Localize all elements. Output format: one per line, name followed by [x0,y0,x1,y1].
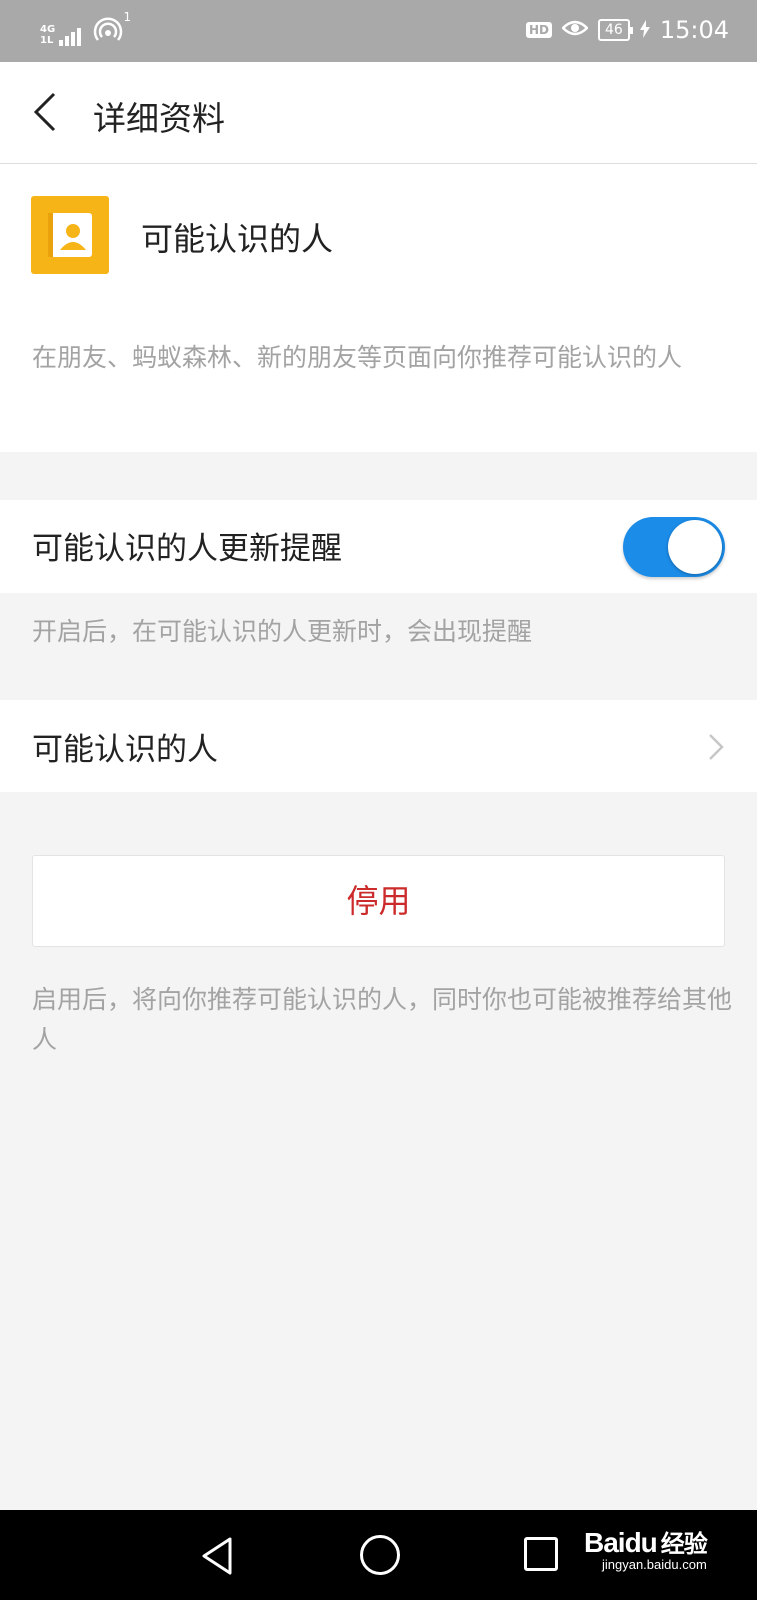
update-reminder-label: 可能认识的人更新提醒 [32,531,342,567]
watermark-logo: Baidu 经验 [584,1524,708,1559]
update-reminder-row: 可能认识的人更新提醒 [0,500,757,593]
hd-badge: HD [525,22,552,38]
network-label: 4G [40,24,56,35]
disable-hint: 启用后，将向你推荐可能认识的人，同时你也可能被推荐给其他人 [32,985,733,1054]
profile-card: 可能认识的人 在朋友、蚂蚁森林、新的朋友等页面向你推荐可能认识的人 [0,164,757,452]
disable-button[interactable]: 停用 [32,855,725,947]
nav-back-button[interactable] [198,1535,238,1577]
people-link-label: 可能认识的人 [32,732,218,768]
back-button[interactable] [26,90,70,134]
network-sub: 1L [40,35,54,46]
system-navigation-bar: Baidu 经验 jingyan.baidu.com [0,1510,757,1600]
update-reminder-toggle[interactable] [623,517,725,577]
back-arrow-icon [33,92,56,132]
toggle-knob [668,520,722,574]
hotspot-count: 1 [123,10,132,24]
watermark-url: jingyan.baidu.com [601,1557,707,1572]
watermark-suffix: 经验 [660,1531,708,1558]
signal-icon [59,28,82,46]
watermark-logo-text: Baidu [584,1527,658,1558]
network-type: 4G 1L [40,24,55,46]
charging-icon [639,16,650,44]
triangle-back-icon [202,1537,232,1575]
people-you-may-know-item[interactable]: 可能认识的人 [0,700,757,792]
eye-icon [561,16,589,44]
status-left: 4G 1L 1 [40,10,131,46]
header: 详细资料 [0,62,757,164]
clock: 15:04 [659,16,729,44]
battery-icon: 46 [598,19,633,41]
page-title: 详细资料 [93,99,225,138]
nav-recents-button[interactable] [524,1537,558,1571]
baidu-watermark: Baidu 经验 jingyan.baidu.com [584,1524,708,1572]
profile-description: 在朋友、蚂蚁森林、新的朋友等页面向你推荐可能认识的人 [32,343,683,372]
status-right: HD 46 15:04 [525,16,729,44]
nav-home-button[interactable] [360,1535,400,1575]
hotspot-icon: 1 [93,10,131,46]
status-bar: 4G 1L 1 HD 46 15:04 [0,0,757,62]
chevron-right-icon [709,734,724,760]
profile-title: 可能认识的人 [141,220,334,258]
battery-level: 46 [605,22,623,38]
contacts-icon [31,196,109,274]
update-reminder-hint: 开启后，在可能认识的人更新时，会出现提醒 [32,617,533,646]
